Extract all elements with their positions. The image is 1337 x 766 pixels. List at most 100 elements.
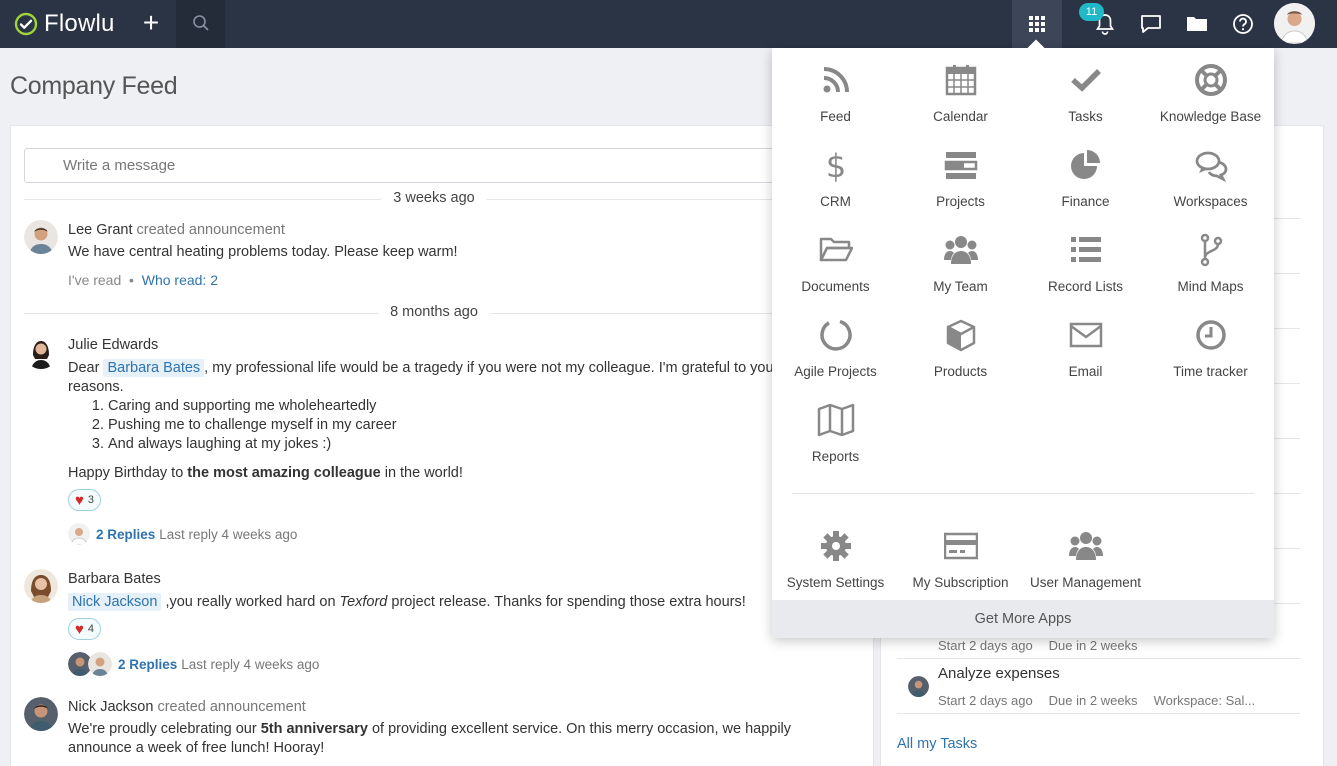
documents-button[interactable] (1174, 0, 1220, 48)
credit-card-icon (944, 532, 978, 560)
post-author[interactable]: Barbara Bates (68, 569, 844, 589)
like-count: 4 (87, 623, 95, 635)
calendar-icon (945, 65, 977, 96)
app-projects[interactable]: Projects (898, 133, 1023, 218)
post-author[interactable]: Nick Jackson (68, 699, 153, 715)
post-author[interactable]: Julie Edwards (68, 335, 844, 355)
app-label: Feed (820, 109, 851, 124)
app-products[interactable]: Products (898, 303, 1023, 388)
chat-bubbles-icon (1195, 151, 1228, 182)
app-label: System Settings (786, 575, 885, 590)
projects-icon (944, 152, 978, 179)
post-author[interactable]: Lee Grant (68, 222, 133, 238)
apps-menu: Feed Calendar Tasks Knowledge Base $ CRM… (772, 39, 1274, 638)
post-action: created announcement (157, 699, 306, 715)
post-text-part: We're proudly celebrating our (68, 721, 261, 737)
app-tasks[interactable]: Tasks (1023, 48, 1148, 133)
app-label: Time tracker (1173, 364, 1248, 379)
box-icon (946, 319, 976, 352)
list-item: Pushing me to challenge myself in my car… (108, 416, 844, 435)
app-feed[interactable]: Feed (773, 48, 898, 133)
time-divider-label: 3 weeks ago (381, 190, 487, 206)
like-button[interactable]: ♥ 3 (68, 489, 102, 511)
envelope-icon (1069, 322, 1103, 348)
search-button[interactable] (176, 0, 225, 48)
gear-icon (821, 531, 851, 561)
app-finance[interactable]: Finance (1023, 133, 1148, 218)
author-avatar[interactable] (24, 569, 58, 603)
svg-text:$: $ (826, 148, 846, 182)
app-name: Flowlu (44, 10, 115, 37)
mention-tag[interactable]: Barbara Bates (103, 359, 205, 377)
task-due: Due in 2 weeks (1048, 693, 1138, 708)
chat-icon (1141, 15, 1161, 33)
app-reports[interactable]: Reports (773, 388, 898, 473)
message-input[interactable]: Write a message (24, 148, 844, 183)
app-record-lists[interactable]: Record Lists (1023, 218, 1148, 303)
app-time-tracker[interactable]: Time tracker (1148, 303, 1273, 388)
app-knowledge-base[interactable]: Knowledge Base (1148, 48, 1273, 133)
help-button[interactable] (1220, 0, 1266, 48)
task-dates: Start 2 days ago Due in 2 weeks (938, 638, 1154, 653)
pie-chart-icon (1071, 150, 1100, 179)
flowlu-logo[interactable]: Flowlu (14, 10, 115, 38)
folder-icon (1187, 17, 1207, 31)
task-workspace[interactable]: Workspace: Sal... (1154, 693, 1256, 708)
task-row[interactable]: Analyze expenses Start 2 days ago Due in … (897, 659, 1300, 714)
who-read-link[interactable]: Who read: 2 (142, 272, 218, 288)
heart-icon: ♥ (75, 620, 84, 638)
task-title[interactable]: Analyze expenses (938, 665, 1060, 682)
author-avatar[interactable] (24, 697, 58, 731)
task-due: Due in 2 weeks (1048, 638, 1138, 653)
get-more-apps-button[interactable]: Get More Apps (772, 600, 1274, 638)
system-settings-item[interactable]: System Settings (773, 514, 898, 599)
post-text: We have central heating problems today. … (68, 244, 458, 260)
app-workspaces[interactable]: Workspaces (1148, 133, 1273, 218)
app-calendar[interactable]: Calendar (898, 48, 1023, 133)
logo-check-icon (14, 12, 38, 36)
user-avatar[interactable] (1274, 3, 1315, 44)
author-avatar[interactable] (24, 335, 58, 369)
app-agile-projects[interactable]: Agile Projects (773, 303, 898, 388)
like-count: 3 (87, 494, 95, 506)
post-text-part: Dear (68, 360, 104, 376)
mention-tag[interactable]: Nick Jackson (68, 593, 162, 611)
notification-count-badge[interactable]: 11 (1079, 3, 1104, 21)
task-assignee-avatar (908, 676, 929, 697)
reply-avatar (68, 523, 90, 545)
app-crm[interactable]: $ CRM (773, 133, 898, 218)
heart-icon: ♥ (75, 491, 84, 509)
feed-panel: Write a message 3 weeks ago Lee Grant cr… (10, 125, 874, 766)
author-avatar[interactable] (24, 220, 58, 254)
time-divider-label: 8 months ago (378, 304, 490, 320)
replies-link[interactable]: 2 Replies (118, 657, 177, 672)
help-icon (1233, 14, 1253, 34)
branch-icon (1200, 233, 1223, 267)
app-label: CRM (820, 194, 851, 209)
app-my-team[interactable]: My Team (898, 218, 1023, 303)
meta-separator: • (129, 272, 134, 288)
all-tasks-link[interactable]: All my Tasks (897, 736, 977, 752)
create-button[interactable]: + (136, 8, 166, 38)
list-item: Caring and supporting me wholeheartedly (108, 397, 844, 416)
read-marker[interactable]: I've read (68, 272, 121, 288)
messages-button[interactable] (1128, 0, 1174, 48)
last-reply-time: Last reply 4 weeks ago (159, 526, 298, 542)
app-mind-maps[interactable]: Mind Maps (1148, 218, 1273, 303)
replies-link[interactable]: 2 Replies (96, 527, 155, 542)
post-text-part: ,you really worked hard on (161, 594, 340, 610)
replies-row[interactable]: 2 Replies Last reply 4 weeks ago (68, 652, 844, 676)
app-documents[interactable]: Documents (773, 218, 898, 303)
my-subscription-item[interactable]: My Subscription (898, 514, 1023, 599)
user-management-item[interactable]: User Management (1023, 514, 1148, 599)
folder-icon (819, 237, 853, 262)
post-text: Happy Birthday to the most amazing colle… (68, 464, 844, 483)
like-button[interactable]: ♥ 4 (68, 618, 102, 640)
post-text-part: project release. Thanks for spending tho… (387, 594, 746, 610)
list-icon (1071, 237, 1101, 262)
app-label: Finance (1061, 194, 1110, 209)
replies-row[interactable]: 2 Replies Last reply 4 weeks ago (68, 523, 844, 545)
app-label: Documents (801, 279, 870, 294)
app-label: Knowledge Base (1159, 109, 1262, 124)
app-email[interactable]: Email (1023, 303, 1148, 388)
